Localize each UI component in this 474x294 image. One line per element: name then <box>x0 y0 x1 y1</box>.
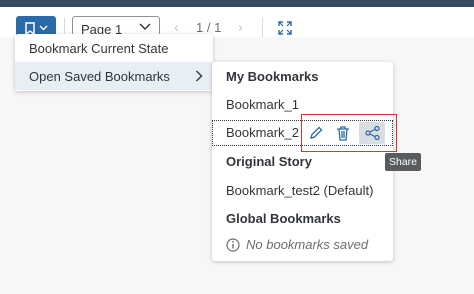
open-saved-bookmarks-item[interactable]: Open Saved Bookmarks <box>15 62 213 90</box>
chevron-right-icon <box>196 70 203 82</box>
chevron-down-icon <box>139 23 151 30</box>
saved-bookmarks-submenu: My Bookmarks Bookmark_1 Original Story B… <box>212 62 393 261</box>
top-shell-bar <box>0 0 474 7</box>
my-bookmarks-heading: My Bookmarks <box>226 69 319 84</box>
global-bookmarks-heading: Global Bookmarks <box>226 211 341 226</box>
bookmark-dropdown-menu: Bookmark Current State Open Saved Bookma… <box>15 34 213 91</box>
original-story-heading: Original Story <box>226 154 312 169</box>
share-tooltip: Share <box>385 153 421 171</box>
share-icon <box>364 126 380 140</box>
bookmark-current-state-item[interactable]: Bookmark Current State <box>15 34 213 62</box>
no-global-bookmarks-message: No bookmarks saved <box>226 237 368 252</box>
toolbar-separator <box>262 18 263 38</box>
bookmark-item[interactable]: Bookmark_1 <box>226 97 299 112</box>
info-icon <box>226 237 240 252</box>
story-toolbar: Page 1 ‹ 1 / 1 › <box>0 7 474 42</box>
menu-item-label: Open Saved Bookmarks <box>29 68 170 84</box>
fullscreen-icon[interactable] <box>278 21 292 35</box>
empty-message-text: No bookmarks saved <box>246 237 369 252</box>
pencil-icon <box>310 126 323 139</box>
bookmark-item-label: Bookmark_2 <box>226 125 299 140</box>
next-page-icon[interactable]: › <box>238 19 243 35</box>
edit-bookmark-button[interactable] <box>303 122 329 144</box>
chevron-down-icon <box>39 25 47 31</box>
page-count: 1 / 1 <box>196 20 222 35</box>
delete-bookmark-button[interactable] <box>330 122 356 144</box>
menu-item-label: Bookmark Current State <box>29 40 169 56</box>
trash-icon <box>337 125 349 141</box>
previous-page-icon[interactable]: ‹ <box>174 19 179 35</box>
default-bookmark-item[interactable]: Bookmark_test2 (Default) <box>226 183 373 198</box>
bookmark-icon <box>24 21 35 35</box>
share-bookmark-button[interactable] <box>359 122 385 144</box>
